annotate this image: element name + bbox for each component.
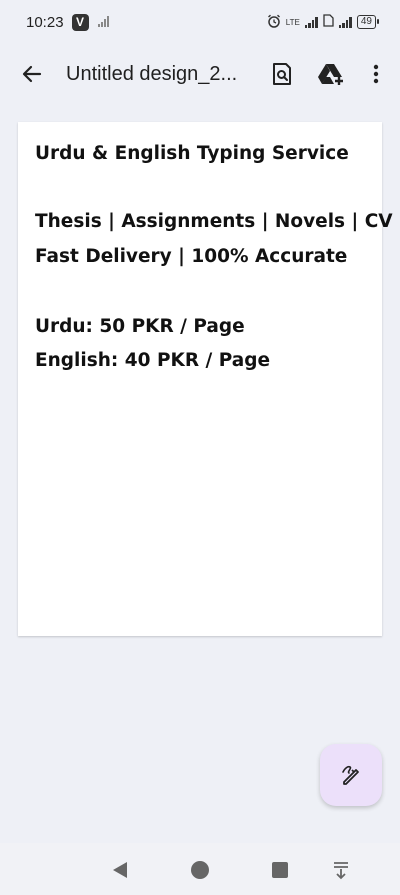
square-recents-icon [272, 862, 288, 878]
document-line-urdu-price: Urdu: 50 PKR / Page [35, 316, 245, 337]
download-menu-icon [334, 862, 348, 880]
drive-add-icon [318, 64, 343, 85]
preview-button[interactable] [266, 58, 298, 90]
app-actions [266, 58, 386, 90]
edit-pen-icon [342, 765, 359, 785]
network-type: LTE [285, 17, 300, 27]
nav-home-button[interactable] [189, 859, 211, 881]
edit-fab-button[interactable] [320, 744, 382, 806]
signal-icon-2 [338, 16, 352, 28]
app-badge-icon: V [71, 13, 89, 31]
nav-recents-button[interactable] [269, 859, 291, 881]
status-right: LTE 49 [267, 14, 380, 31]
battery-icon: 49 [356, 15, 380, 29]
drive-add-button[interactable] [316, 58, 348, 90]
status-left: 10:23 V [26, 13, 111, 31]
more-vert-icon [373, 64, 379, 84]
arrow-left-icon [22, 65, 42, 83]
document-search-icon [273, 63, 291, 85]
secondary-signal-icon [97, 15, 111, 30]
triangle-back-icon [113, 862, 127, 878]
alarm-icon [267, 14, 281, 31]
nav-menu-button[interactable] [330, 859, 352, 881]
more-options-button[interactable] [366, 58, 386, 90]
back-button[interactable] [16, 58, 48, 90]
document-line-english-price: English: 40 PKR / Page [35, 350, 271, 371]
document-page[interactable]: Urdu & English Typing Service Thesis | A… [18, 122, 393, 636]
circle-home-icon [191, 861, 209, 879]
system-nav-bar [0, 843, 400, 895]
nav-back-button[interactable] [109, 859, 131, 881]
sim-icon [323, 14, 334, 30]
signal-icon [304, 16, 318, 28]
status-time: 10:23 [26, 13, 64, 31]
status-bar: 10:23 V LTE 49 [0, 0, 400, 44]
document-line-heading: Urdu & English Typing Service [35, 143, 349, 164]
document-line-delivery: Fast Delivery | 100% Accurate [35, 246, 348, 267]
app-bar: Untitled design_2... [0, 44, 400, 104]
document-title: Untitled design_2... [66, 62, 238, 85]
document-line-services: Thesis | Assignments | Novels | CV [35, 211, 393, 232]
